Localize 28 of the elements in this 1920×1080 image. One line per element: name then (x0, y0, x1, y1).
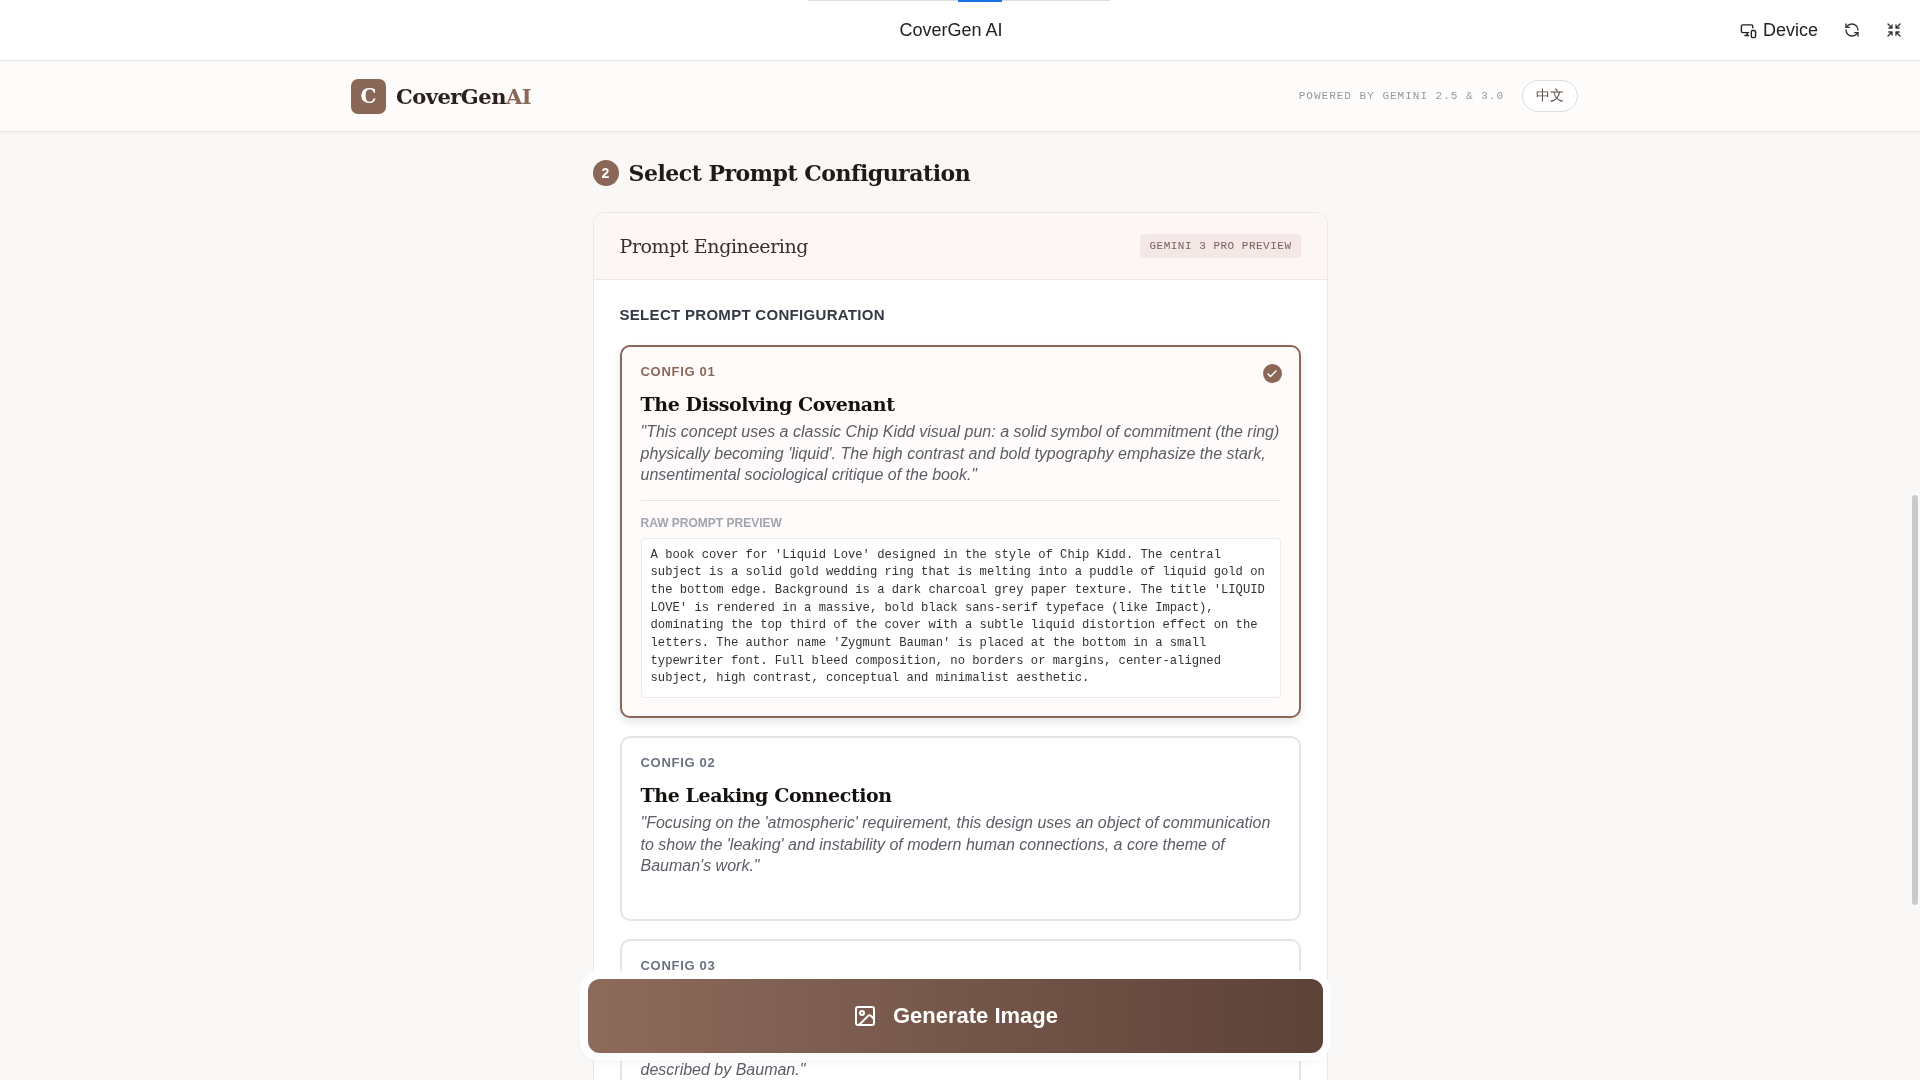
step-number: 2 (592, 160, 619, 186)
config-title: The Leaking Connection (640, 784, 893, 807)
section-label: SELECT PROMPT CONFIGURATION (619, 306, 886, 323)
step-title: Select Prompt Configuration (628, 160, 971, 186)
language-button[interactable]: 中文 (1522, 80, 1578, 112)
config-description: "Focusing on the 'atmospheric' requirement, this design uses an object of communication to show the 'leaking' and instability of modern human connections, a core theme of Bauman's work." (640, 813, 1272, 877)
model-badge: GEMINI 3 PRO PREVIEW (1140, 234, 1301, 258)
shrink-icon[interactable] (1886, 22, 1902, 38)
config-card[interactable] (619, 345, 1301, 719)
check-icon (1262, 364, 1282, 383)
config-description: "This concept uses a classic Chip Kidd visual pun: a solid symbol of commitment (the ring) physically becoming 'liquid'. The high contrast and bold typography emphasize the stark, unsentimental sociological critique of the book." (640, 422, 1281, 485)
config-title: The Dissolving Covenant (640, 393, 896, 415)
raw-prompt-text: A book cover for 'Liquid Love' designed in the style of Chip Kidd. The central subject is a solid gold wedding ring that is melting into a puddle of liquid gold on the bottom edge. Background is a dark charcoal grey paper texture. The title 'LIQUID LOVE' is rendered in a massive, bold black sans-serif typeface (like Impact), dominating the top third of the cover with a subtle liquid distortion effect on the letters. The author name 'Zygmunt Bauman' is placed at the bottom in a small typewriter font. Full bleed composition, no borders or margins, center-aligned subject, high contrast, conceptual and minimalist aesthetic. (640, 537, 1281, 699)
scrollbar-thumb[interactable] (1912, 495, 1918, 905)
device-button[interactable]: Device (1739, 19, 1818, 41)
config-label: CONFIG 01 (640, 364, 716, 379)
brand-name: CoverGenAI (396, 83, 532, 109)
rotate-icon[interactable] (1844, 22, 1860, 38)
logo-mark: C (351, 78, 386, 114)
panel-title: Prompt Engineering (619, 235, 809, 257)
config-description: described by Bauman." (640, 1059, 807, 1080)
config-label: CONFIG 03 (640, 957, 716, 973)
image-icon (852, 1004, 877, 1028)
config-label: CONFIG 02 (640, 755, 716, 771)
powered-by-text: POWERED BY GEMINI 2.5 & 3.0 (1298, 90, 1504, 102)
device-icon (1739, 21, 1757, 39)
window-title: CoverGen AI (899, 19, 1003, 41)
raw-prompt-label: RAW PROMPT PREVIEW (640, 515, 783, 530)
